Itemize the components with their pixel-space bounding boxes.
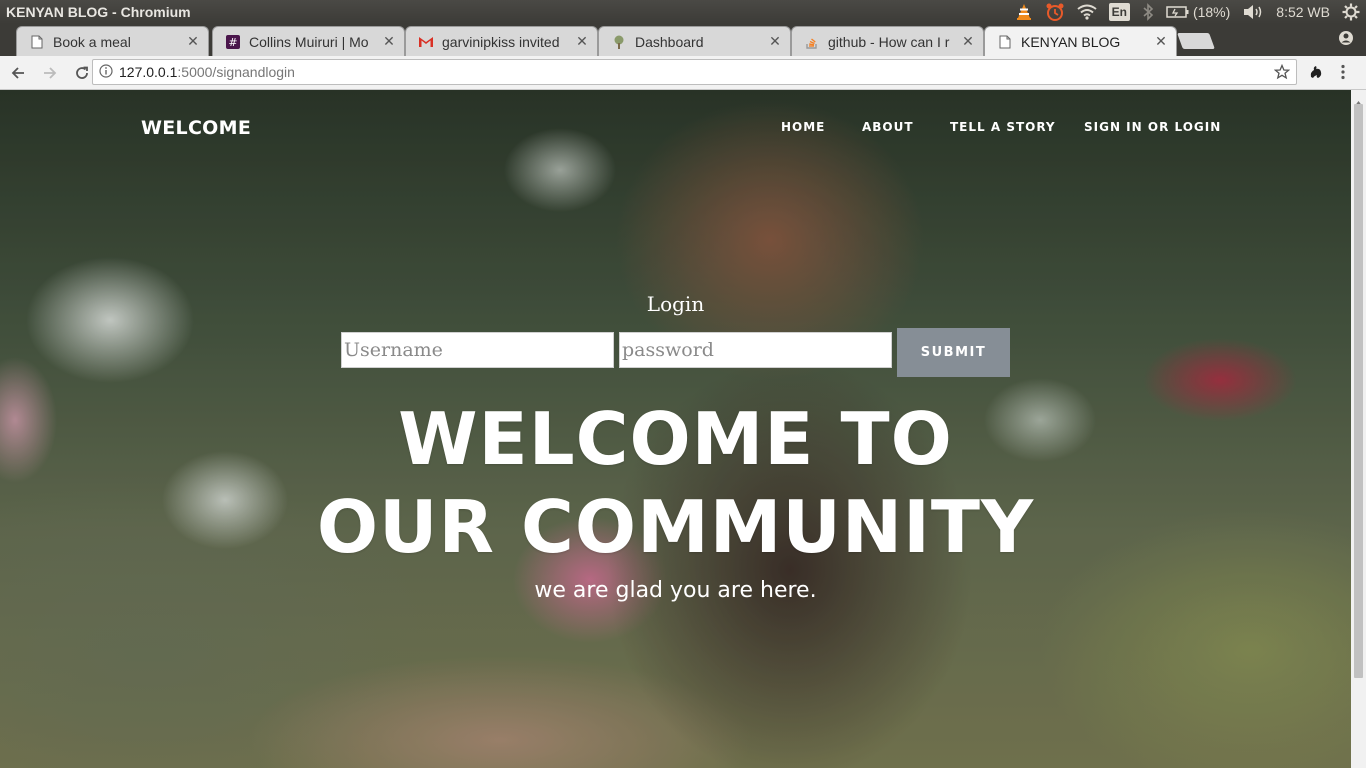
vertical-scrollbar[interactable] xyxy=(1351,90,1366,768)
svg-text:#: # xyxy=(228,36,237,49)
url-path: :5000/signandlogin xyxy=(177,64,295,80)
page-icon xyxy=(997,34,1013,50)
info-icon[interactable] xyxy=(99,63,113,81)
battery-indicator[interactable]: (18%) xyxy=(1160,0,1236,24)
tab-collins-muiruri[interactable]: # Collins Muiruri | Mo ✕ xyxy=(212,26,405,56)
volume-icon[interactable] xyxy=(1236,0,1270,24)
language-label: En xyxy=(1108,3,1130,21)
battery-icon xyxy=(1166,6,1189,18)
forward-arrow-icon[interactable] xyxy=(36,59,64,87)
main-nav: HOME ABOUT TELL A STORY SIGN IN OR LOGIN xyxy=(0,120,1351,140)
page-icon xyxy=(29,34,45,50)
menu-kebab-icon[interactable] xyxy=(1340,64,1346,84)
slack-icon: # xyxy=(225,34,241,50)
submit-button[interactable]: SUBMIT xyxy=(897,328,1010,377)
back-arrow-icon[interactable] xyxy=(4,59,32,87)
os-top-panel: KENYAN BLOG - Chromium En (18%) 8:52 WB xyxy=(0,0,1366,24)
tree-icon xyxy=(611,34,627,50)
tab-book-a-meal[interactable]: Book a meal ✕ xyxy=(16,26,209,56)
scrollbar-thumb[interactable] xyxy=(1354,104,1363,678)
profile-icon[interactable] xyxy=(1338,30,1354,50)
clock[interactable]: 8:52 WB xyxy=(1270,0,1336,24)
login-title: Login xyxy=(646,292,705,316)
tab-label: Dashboard xyxy=(635,33,704,50)
tab-label: KENYAN BLOG xyxy=(1021,33,1121,50)
alarm-clock-icon[interactable] xyxy=(1039,0,1071,24)
settings-gear-icon[interactable] xyxy=(1336,0,1366,24)
tab-label: Collins Muiruri | Mo xyxy=(249,33,369,50)
tab-kenyan-blog[interactable]: KENYAN BLOG ✕ xyxy=(984,26,1177,56)
battery-percent: (18%) xyxy=(1192,4,1231,20)
bookmark-star-icon[interactable] xyxy=(1273,63,1291,83)
tab-label: Book a meal xyxy=(53,33,131,50)
tab-github-stackoverflow[interactable]: github - How can I r ✕ xyxy=(791,26,984,56)
stackoverflow-icon xyxy=(804,34,820,50)
nav-sign-in-or-login[interactable]: SIGN IN OR LOGIN xyxy=(1084,120,1221,134)
wifi-icon[interactable] xyxy=(1071,0,1103,24)
close-icon[interactable]: ✕ xyxy=(1154,33,1168,50)
tab-strip: Book a meal ✕ # Collins Muiruri | Mo ✕ g… xyxy=(0,24,1366,56)
browser-toolbar: 127.0.0.1:5000/signandlogin xyxy=(0,56,1366,90)
password-input[interactable] xyxy=(619,332,892,368)
username-input[interactable] xyxy=(341,332,614,368)
close-icon[interactable]: ✕ xyxy=(186,33,200,50)
new-tab-button[interactable] xyxy=(1177,33,1215,49)
close-icon[interactable]: ✕ xyxy=(961,33,975,50)
gmail-icon xyxy=(418,34,434,50)
page-viewport: WELCOME HOME ABOUT TELL A STORY SIGN IN … xyxy=(0,90,1351,768)
hero-heading-line-1: WELCOME TO xyxy=(398,397,953,481)
nav-tell-a-story[interactable]: TELL A STORY xyxy=(950,120,1056,134)
hero-subtitle: we are glad you are here. xyxy=(534,578,817,603)
close-icon[interactable]: ✕ xyxy=(382,33,396,50)
hero-heading-line-2: OUR COMMUNITY xyxy=(316,485,1035,569)
nav-home[interactable]: HOME xyxy=(781,120,825,134)
tab-gmail[interactable]: garvinipkiss invited ✕ xyxy=(405,26,598,56)
vlc-icon[interactable] xyxy=(1009,0,1039,24)
language-indicator[interactable]: En xyxy=(1103,0,1136,24)
address-bar[interactable]: 127.0.0.1:5000/signandlogin xyxy=(92,59,1297,85)
url-host: 127.0.0.1 xyxy=(119,64,178,80)
tab-label: garvinipkiss invited xyxy=(442,33,560,50)
nav-about[interactable]: ABOUT xyxy=(862,120,914,134)
system-tray: En (18%) 8:52 WB xyxy=(1009,0,1366,24)
window-title: KENYAN BLOG - Chromium xyxy=(6,4,191,20)
bluetooth-icon[interactable] xyxy=(1136,0,1160,24)
tab-dashboard[interactable]: Dashboard ✕ xyxy=(598,26,791,56)
close-icon[interactable]: ✕ xyxy=(768,33,782,50)
close-icon[interactable]: ✕ xyxy=(575,33,589,50)
extension-icon[interactable] xyxy=(1308,64,1324,84)
tab-label: github - How can I r xyxy=(828,33,950,50)
